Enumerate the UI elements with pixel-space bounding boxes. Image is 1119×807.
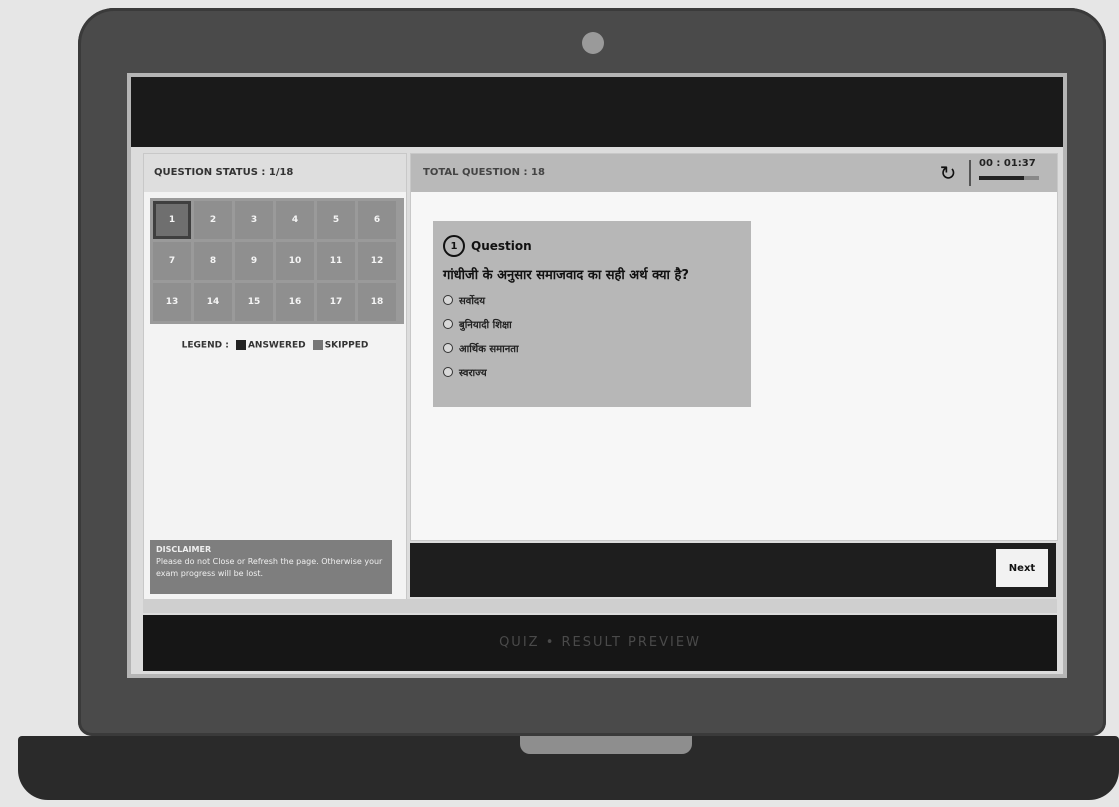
disclaimer-text: Please do not Close or Refresh the page.… xyxy=(156,557,383,578)
radio-button[interactable] xyxy=(443,319,453,329)
question-box-8[interactable]: 8 xyxy=(194,242,232,280)
disclaimer-title: DISCLAIMER xyxy=(156,545,212,554)
status-strip xyxy=(143,599,1057,613)
question-box-18[interactable]: 18 xyxy=(358,283,396,321)
radio-button[interactable] xyxy=(443,295,453,305)
question-card: 1 Question गांधीजी के अनुसार समाजवाद का … xyxy=(433,221,751,407)
question-panel: TOTAL QUESTION : 18 ↻ 00 : 01:37 1 Quest… xyxy=(410,153,1058,541)
legend-label: LEGEND : xyxy=(181,340,229,351)
total-question-label: TOTAL QUESTION : 18 xyxy=(423,167,545,178)
header-divider xyxy=(969,160,971,186)
legend-skipped: SKIPPED xyxy=(324,340,369,351)
footer-bar: QUIZ • RESULT PREVIEW xyxy=(143,615,1057,671)
question-box-15[interactable]: 15 xyxy=(235,283,273,321)
laptop-screen: QUESTION STATUS : 1/18 1 2 3 4 5 6 7 8 9 10 11 12 13… xyxy=(127,73,1067,678)
question-box-4[interactable]: 4 xyxy=(276,201,314,239)
option-3[interactable]: आर्थिक समानता xyxy=(443,341,741,355)
question-header: TOTAL QUESTION : 18 ↻ 00 : 01:37 xyxy=(411,154,1057,192)
question-box-1[interactable]: 1 xyxy=(153,201,191,239)
refresh-icon[interactable]: ↻ xyxy=(937,162,959,184)
question-heading-label: Question xyxy=(471,239,532,253)
question-heading: 1 Question xyxy=(443,235,741,257)
legend: LEGEND : ANSWERED SKIPPED xyxy=(144,340,406,351)
question-box-7[interactable]: 7 xyxy=(153,242,191,280)
question-number-icon: 1 xyxy=(443,235,465,257)
timer-progress-fill xyxy=(979,176,1024,180)
next-button[interactable]: Next xyxy=(996,549,1048,587)
question-box-10[interactable]: 10 xyxy=(276,242,314,280)
radio-button[interactable] xyxy=(443,343,453,353)
question-box-17[interactable]: 17 xyxy=(317,283,355,321)
laptop-hinge-notch xyxy=(520,736,692,754)
option-label: स्वराज्य xyxy=(459,368,487,379)
options-list: सर्वोदय बुनियादी शिक्षा आर्थिक समानता स्वरा… xyxy=(443,293,741,379)
question-text: गांधीजी के अनुसार समाजवाद का सही अर्थ क्… xyxy=(443,268,689,283)
question-box-9[interactable]: 9 xyxy=(235,242,273,280)
option-label: आर्थिक समानता xyxy=(459,344,519,355)
question-box-11[interactable]: 11 xyxy=(317,242,355,280)
timer-text: 00 : 01:37 xyxy=(979,158,1036,169)
top-bar xyxy=(131,77,1063,147)
question-box-13[interactable]: 13 xyxy=(153,283,191,321)
question-box-12[interactable]: 12 xyxy=(358,242,396,280)
radio-button[interactable] xyxy=(443,367,453,377)
skipped-swatch xyxy=(312,340,323,350)
answered-swatch xyxy=(235,340,246,350)
option-4[interactable]: स्वराज्य xyxy=(443,365,741,379)
action-bar: Next xyxy=(410,543,1056,597)
question-box-6[interactable]: 6 xyxy=(358,201,396,239)
question-box-16[interactable]: 16 xyxy=(276,283,314,321)
question-status-label: QUESTION STATUS : 1/18 xyxy=(144,154,406,192)
question-status-panel: QUESTION STATUS : 1/18 1 2 3 4 5 6 7 8 9 10 11 12 13… xyxy=(143,153,407,601)
option-label: सर्वोदय xyxy=(459,296,486,307)
question-box-5[interactable]: 5 xyxy=(317,201,355,239)
question-grid: 1 2 3 4 5 6 7 8 9 10 11 12 13 14 15 16 17 18 xyxy=(150,198,404,324)
option-2[interactable]: बुनियादी शिक्षा xyxy=(443,317,741,331)
option-1[interactable]: सर्वोदय xyxy=(443,293,741,307)
question-box-14[interactable]: 14 xyxy=(194,283,232,321)
webcam-icon xyxy=(582,32,604,54)
question-box-2[interactable]: 2 xyxy=(194,201,232,239)
timer-progress-bar xyxy=(979,176,1039,180)
disclaimer-box: DISCLAIMER Please do not Close or Refres… xyxy=(150,540,392,594)
legend-answered: ANSWERED xyxy=(247,340,306,351)
option-label: बुनियादी शिक्षा xyxy=(459,320,512,331)
question-box-3[interactable]: 3 xyxy=(235,201,273,239)
